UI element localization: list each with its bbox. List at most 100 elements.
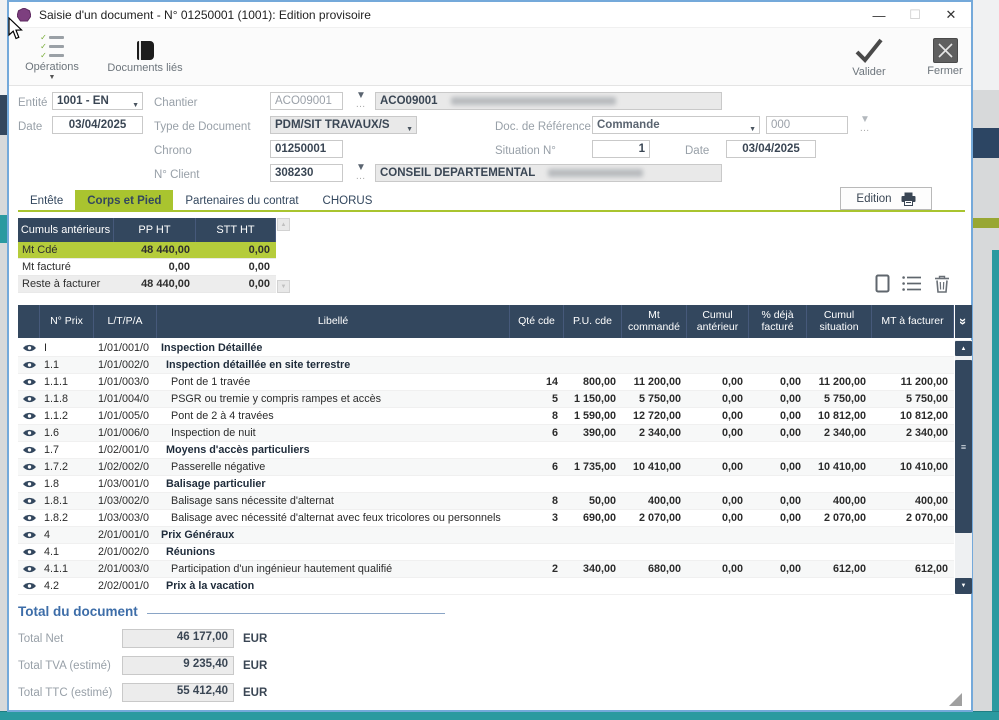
- cell-cumul-situation: [807, 340, 872, 356]
- scroll-down-button[interactable]: ▼: [955, 578, 972, 594]
- desktop-background: Saisie d'un document - N° 01250001 (1001…: [0, 0, 999, 720]
- documents-lies-button[interactable]: Documents liés: [97, 31, 193, 83]
- valider-button[interactable]: Valider: [834, 31, 904, 83]
- title-bar[interactable]: Saisie d'un document - N° 01250001 (1001…: [9, 2, 971, 28]
- entite-select[interactable]: 1001 - EN ▼: [52, 92, 143, 110]
- cell-pct-deja-facture: 0,00: [749, 374, 807, 390]
- tab-ent-te[interactable]: Entête: [18, 190, 75, 212]
- scrollbar-thumb[interactable]: ≡: [955, 360, 972, 533]
- background-sliver: [0, 215, 7, 243]
- total-row-value: 46 177,00: [122, 629, 234, 648]
- table-row[interactable]: 1.1.81/01/004/0PSGR ou tremie y compris …: [18, 391, 954, 408]
- column-header[interactable]: Cumul situation: [807, 305, 872, 338]
- operations-label: Opérations: [25, 61, 79, 73]
- eye-icon: [18, 425, 40, 441]
- list-icon[interactable]: [902, 275, 922, 292]
- fermer-button[interactable]: Fermer: [921, 31, 969, 83]
- type-document-value: PDM/SIT TRAVAUX/S: [275, 119, 390, 131]
- client-lookup-button[interactable]: ▼ …: [350, 163, 372, 185]
- entite-value: 1001 - EN: [57, 95, 109, 107]
- doc-reference-value: Commande: [597, 119, 660, 131]
- table-row[interactable]: 1.61/01/006/0Inspection de nuit6390,002 …: [18, 425, 954, 442]
- tab-chorus[interactable]: CHORUS: [311, 190, 385, 212]
- totals-divider: [147, 613, 445, 614]
- summary-row[interactable]: Mt facturé0,000,00: [18, 259, 276, 276]
- cell-cumul-situation: [807, 527, 872, 543]
- table-row[interactable]: 1.1.11/01/003/0Pont de 1 travée14800,001…: [18, 374, 954, 391]
- doc-reference-lookup-button[interactable]: ▼ …: [854, 115, 876, 137]
- double-chevron-icon[interactable]: »: [955, 305, 972, 338]
- column-header[interactable]: [18, 305, 40, 338]
- entite-label: Entité: [18, 94, 47, 112]
- table-row[interactable]: 1.8.21/03/003/0Balisage avec nécessité d…: [18, 510, 954, 527]
- cell-pct-deja-facture: 0,00: [749, 493, 807, 509]
- cell-libelle: Pont de 2 à 4 travées: [157, 408, 510, 424]
- summary-scroll-down-button[interactable]: ▼: [277, 280, 290, 293]
- summary-col-pp-ht[interactable]: PP HT: [114, 218, 196, 242]
- total-row-label: Total Net: [18, 633, 122, 645]
- resize-grip[interactable]: [949, 693, 962, 706]
- column-header[interactable]: Cumul antérieur: [687, 305, 749, 338]
- chrono-input[interactable]: 01250001: [270, 140, 343, 158]
- cell-pu-cde: [564, 544, 622, 560]
- table-row[interactable]: 1.8.11/03/002/0Balisage sans nécessite d…: [18, 493, 954, 510]
- tab-corps-et-pied[interactable]: Corps et Pied: [75, 190, 173, 212]
- doc-reference-num-input[interactable]: 000: [766, 116, 848, 134]
- chantier-input[interactable]: ACO09001: [270, 92, 343, 110]
- date-input[interactable]: 03/04/2025: [52, 116, 143, 134]
- doc-reference-select[interactable]: Commande ▼: [592, 116, 760, 134]
- scroll-up-button[interactable]: ▲: [955, 341, 972, 356]
- column-header[interactable]: Libellé: [157, 305, 510, 338]
- cell-mt-a-facturer: [872, 476, 954, 492]
- documents-lies-label: Documents liés: [107, 62, 182, 74]
- tab-partenaires-du-contrat[interactable]: Partenaires du contrat: [173, 190, 310, 212]
- type-document-select[interactable]: PDM/SIT TRAVAUX/S ▼: [270, 116, 417, 134]
- situation-date-input[interactable]: 03/04/2025: [726, 140, 816, 158]
- table-row[interactable]: 1.1.21/01/005/0Pont de 2 à 4 travées81 5…: [18, 408, 954, 425]
- client-label: N° Client: [154, 166, 200, 184]
- table-row[interactable]: 4.1.12/01/003/0Participation d'un ingéni…: [18, 561, 954, 578]
- table-row[interactable]: I1/01/001/0Inspection Détaillée: [18, 340, 954, 357]
- minimize-button[interactable]: —: [861, 2, 897, 28]
- chantier-lookup-button[interactable]: ▼ …: [350, 91, 372, 113]
- column-header[interactable]: MT à facturer: [872, 305, 954, 338]
- close-button[interactable]: ✕: [933, 2, 969, 28]
- table-row[interactable]: 1.71/02/001/0Moyens d'accès particuliers: [18, 442, 954, 459]
- page-icon[interactable]: [875, 274, 890, 293]
- summary-row[interactable]: Reste à facturer48 440,000,00: [18, 276, 276, 293]
- column-header[interactable]: N° Prix: [40, 305, 94, 338]
- eye-icon: [18, 578, 40, 594]
- cell-qte-cde: [510, 476, 564, 492]
- trash-icon[interactable]: [934, 275, 950, 293]
- column-header[interactable]: L/T/P/A: [94, 305, 157, 338]
- table-row[interactable]: 4.22/02/001/0Prix à la vacation: [18, 578, 954, 595]
- cell-qte-cde: 8: [510, 408, 564, 424]
- column-header[interactable]: Qté cde: [510, 305, 564, 338]
- maximize-button[interactable]: ☐: [897, 2, 933, 28]
- table-row[interactable]: 1.81/03/001/0Balisage particulier: [18, 476, 954, 493]
- table-row[interactable]: 4.12/01/002/0Réunions: [18, 544, 954, 561]
- situation-input[interactable]: 1: [592, 140, 650, 158]
- column-header[interactable]: P.U. cde: [564, 305, 622, 338]
- column-header[interactable]: % déjà facturé: [749, 305, 807, 338]
- cell-qte-cde: [510, 578, 564, 594]
- summary-col-stt-ht[interactable]: STT HT: [196, 218, 276, 242]
- total-row-value: 9 235,40: [122, 656, 234, 675]
- summary-scroll-up-button[interactable]: ▲: [277, 218, 290, 231]
- operations-button[interactable]: ✓ ✓ ✓ Opérations ▼: [19, 31, 85, 83]
- client-input[interactable]: 308230: [270, 164, 343, 182]
- cell-pct-deja-facture: [749, 340, 807, 356]
- table-row[interactable]: 1.11/01/002/0Inspection détaillée en sit…: [18, 357, 954, 374]
- summary-stt-ht-value: 0,00: [196, 242, 276, 258]
- chevron-down-icon: ▼: [132, 98, 139, 110]
- edition-button[interactable]: Edition: [840, 187, 932, 210]
- cell-ltpa: 1/01/003/0: [94, 374, 157, 390]
- column-header[interactable]: Mt commandé: [622, 305, 687, 338]
- summary-col-cumuls[interactable]: Cumuls antérieurs: [18, 218, 114, 242]
- cell-pct-deja-facture: 0,00: [749, 561, 807, 577]
- table-row[interactable]: 1.7.21/02/002/0Passerelle négative61 735…: [18, 459, 954, 476]
- table-row[interactable]: 42/01/001/0Prix Généraux: [18, 527, 954, 544]
- eye-icon: [18, 340, 40, 356]
- summary-row[interactable]: Mt Cdé48 440,000,00: [18, 242, 276, 259]
- cell-cumul-anterieur: 0,00: [687, 493, 749, 509]
